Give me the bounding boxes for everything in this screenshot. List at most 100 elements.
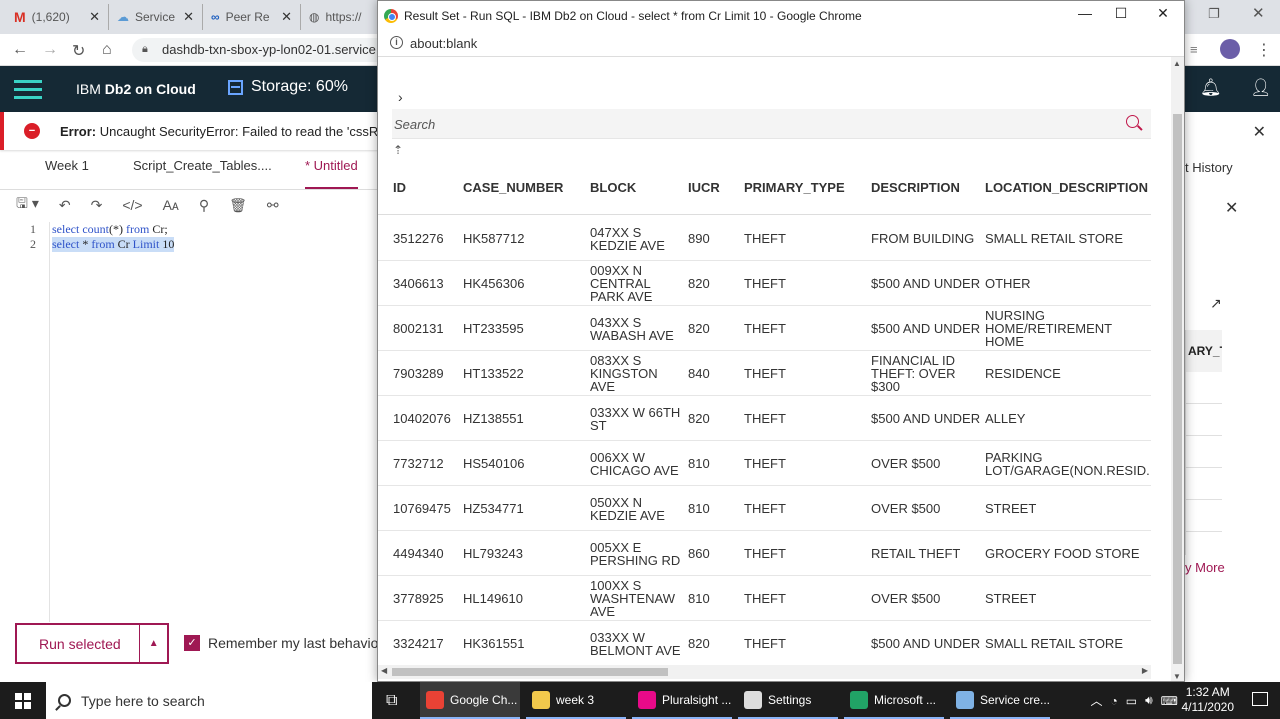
clock[interactable]: 1:32 AM 4/11/2020 bbox=[1182, 685, 1235, 715]
keyboard-icon[interactable]: ⌨ bbox=[1161, 694, 1178, 708]
taskbar-app-chrome[interactable]: Google Ch... bbox=[420, 682, 520, 719]
tab-untitled[interactable]: * Untitled bbox=[305, 158, 358, 189]
browser-menu-icon[interactable]: ⋮ bbox=[1256, 40, 1272, 60]
globe-icon: ◍ bbox=[309, 10, 320, 24]
search-icon[interactable] bbox=[1126, 115, 1139, 128]
battery-icon[interactable]: ▭ bbox=[1126, 694, 1137, 708]
table-row[interactable]: 3512276 HK587712 047XX S KEDZIE AVE 890 THEF… bbox=[378, 216, 1151, 261]
view-more-link[interactable]: y More bbox=[1185, 560, 1225, 575]
history-tab[interactable]: t History bbox=[1185, 160, 1233, 175]
close-panel-icon[interactable]: ✕ bbox=[1225, 198, 1238, 218]
schema-icon[interactable]: ⚯ bbox=[267, 197, 279, 214]
vertical-scrollbar[interactable]: ▲ ▼ bbox=[1171, 57, 1184, 681]
caret-up-icon[interactable]: ▲ bbox=[139, 625, 167, 662]
delete-icon[interactable]: 🗑︎ bbox=[229, 197, 247, 214]
table-row[interactable]: 3778925 HL149610 100XX S WASHTENAW AVE 810 T… bbox=[378, 576, 1151, 621]
user-icon[interactable]: 👤︎ bbox=[1250, 78, 1272, 98]
cell-case-number: HT133522 bbox=[463, 366, 524, 381]
table-row[interactable]: 10769475 HZ534771 050XX N KEDZIE AVE 810 THE… bbox=[378, 486, 1151, 531]
column-header-block[interactable]: BLOCK bbox=[590, 181, 682, 194]
column-header-id[interactable]: ID bbox=[393, 181, 459, 194]
minimize-icon[interactable]: — bbox=[1070, 5, 1100, 27]
back-icon[interactable]: ← bbox=[12, 41, 28, 59]
browser-tab-service[interactable]: ☁ Service ✕ bbox=[108, 4, 200, 30]
browser-tab-https[interactable]: ◍ https:// bbox=[300, 4, 380, 30]
chevron-up-icon[interactable]: ︿ bbox=[1091, 692, 1103, 709]
tab-script-create-tables[interactable]: Script_Create_Tables.... bbox=[133, 158, 272, 173]
sql-editor[interactable]: 1 select count(*) from Cr; 2 select * fr… bbox=[0, 222, 380, 622]
cell-location-description: SMALL RETAIL STORE bbox=[985, 231, 1123, 246]
table-row[interactable]: 8002131 HT233595 043XX S WABASH AVE 820 THEF… bbox=[378, 306, 1151, 351]
home-icon[interactable]: ⌂ bbox=[102, 41, 112, 59]
close-tab-icon[interactable]: ✕ bbox=[281, 9, 292, 25]
table-row[interactable]: 3406613 HK456306 009XX N CENTRAL PARK AVE 8… bbox=[378, 261, 1151, 306]
code-icon[interactable]: </> bbox=[122, 197, 142, 213]
font-size-icon[interactable]: Aᴀ bbox=[163, 197, 179, 213]
cell-block: 083XX S KINGSTON AVE bbox=[590, 353, 658, 394]
cell-iucr: 820 bbox=[688, 411, 710, 426]
close-window-icon[interactable]: ✕ bbox=[1148, 5, 1178, 27]
horizontal-scrollbar[interactable]: ◀ ▶ bbox=[378, 665, 1151, 679]
remember-behavior-checkbox[interactable]: ✓ Remember my last behavior bbox=[184, 635, 383, 651]
restore-window-icon[interactable]: ❐ bbox=[1208, 6, 1220, 22]
notification-bell-icon[interactable]: 🔔︎ bbox=[1200, 78, 1222, 98]
reading-list-icon[interactable]: ≡ bbox=[1190, 42, 1198, 57]
column-header-case-number[interactable]: CASE_NUMBER bbox=[463, 181, 583, 194]
table-row[interactable]: 4494340 HL793243 005XX E PERSHING RD 860 THE… bbox=[378, 531, 1151, 576]
hamburger-menu-icon[interactable] bbox=[0, 66, 56, 112]
scroll-right-icon[interactable]: ▶ bbox=[1142, 666, 1148, 675]
url-field[interactable]: 🔒︎ dashdb-txn-sbox-yp-lon02-01.service bbox=[132, 38, 392, 62]
close-error-icon[interactable]: ✕ bbox=[1253, 122, 1266, 142]
action-center-icon[interactable] bbox=[1252, 692, 1268, 706]
taskbar-app-settings[interactable]: Settings bbox=[738, 682, 838, 719]
close-window-icon[interactable]: ✕ bbox=[1252, 4, 1265, 22]
profile-avatar[interactable] bbox=[1220, 39, 1240, 59]
info-icon[interactable]: i bbox=[390, 36, 403, 49]
column-header-description[interactable]: DESCRIPTION bbox=[871, 181, 981, 194]
redo-icon[interactable]: ↷ bbox=[91, 197, 103, 214]
column-header-iucr[interactable]: IUCR bbox=[688, 181, 738, 194]
taskbar-app-week3[interactable]: week 3 bbox=[526, 682, 626, 719]
expand-icon[interactable]: ↗ bbox=[1210, 295, 1222, 312]
find-icon[interactable]: ⚲ bbox=[199, 197, 209, 214]
scroll-down-icon[interactable]: ▼ bbox=[1173, 672, 1181, 681]
export-icon[interactable]: ⇡ bbox=[393, 143, 403, 157]
chevron-right-icon[interactable]: › bbox=[398, 89, 403, 105]
taskbar-app-pluralsight[interactable]: Pluralsight ... bbox=[632, 682, 732, 719]
wifi-icon[interactable]: ◔ bbox=[1111, 694, 1118, 708]
start-button[interactable] bbox=[0, 682, 46, 719]
scroll-left-icon[interactable]: ◀ bbox=[381, 666, 387, 675]
table-row[interactable]: 7903289 HT133522 083XX S KINGSTON AVE 840 TH… bbox=[378, 351, 1151, 396]
column-header-primary-type[interactable]: PRIMARY_TYPE bbox=[744, 181, 864, 194]
forward-icon[interactable]: → bbox=[42, 41, 58, 59]
cell-iucr: 820 bbox=[688, 636, 710, 651]
run-selected-button[interactable]: Run selected ▲ bbox=[15, 623, 169, 664]
browser-tab-peer-review[interactable]: ∞ Peer Re ✕ bbox=[202, 4, 298, 30]
column-header-location-description[interactable]: LOCATION_DESCRIPTION bbox=[985, 181, 1151, 194]
save-icon[interactable]: 🖫︎ ▾ bbox=[16, 193, 39, 217]
popup-url[interactable]: about:blank bbox=[410, 36, 477, 51]
table-row[interactable]: 3324217 HK361551 033XX W BELMONT AVE 820 THE… bbox=[378, 621, 1151, 666]
volume-icon[interactable]: 🔊︎ bbox=[1145, 693, 1153, 708]
tab-week-1[interactable]: Week 1 bbox=[45, 158, 89, 173]
horizontal-scroll-thumb[interactable] bbox=[392, 668, 668, 676]
chrome-icon bbox=[384, 9, 398, 23]
taskbar-app-service[interactable]: Service cre... bbox=[950, 682, 1050, 719]
close-tab-icon[interactable]: ✕ bbox=[183, 9, 194, 25]
storage-indicator[interactable]: Storage: 60% bbox=[228, 78, 348, 96]
browser-tab-gmail[interactable]: M (1,620) ✕ bbox=[6, 4, 106, 30]
maximize-icon[interactable]: ☐ bbox=[1106, 5, 1136, 27]
scroll-up-icon[interactable]: ▲ bbox=[1173, 59, 1181, 68]
taskbar-search[interactable]: Type here to search bbox=[46, 682, 372, 719]
cell-block: 005XX E PERSHING RD bbox=[590, 539, 681, 568]
search-input[interactable] bbox=[392, 109, 1092, 139]
close-tab-icon[interactable]: ✕ bbox=[89, 9, 100, 25]
table-row[interactable]: 7732712 HS540106 006XX W CHICAGO AVE 810 THE… bbox=[378, 441, 1151, 486]
reload-icon[interactable]: ↻ bbox=[72, 41, 85, 61]
table-row[interactable]: 10402076 HZ138551 033XX W 66TH ST 820 THEFT $… bbox=[378, 396, 1151, 441]
vertical-scroll-thumb[interactable] bbox=[1173, 114, 1182, 664]
undo-icon[interactable]: ↶ bbox=[59, 197, 71, 214]
task-view-icon[interactable]: ⧉ bbox=[380, 682, 397, 719]
cell-case-number: HZ534771 bbox=[463, 501, 524, 516]
taskbar-app-microsoft[interactable]: Microsoft ... bbox=[844, 682, 944, 719]
